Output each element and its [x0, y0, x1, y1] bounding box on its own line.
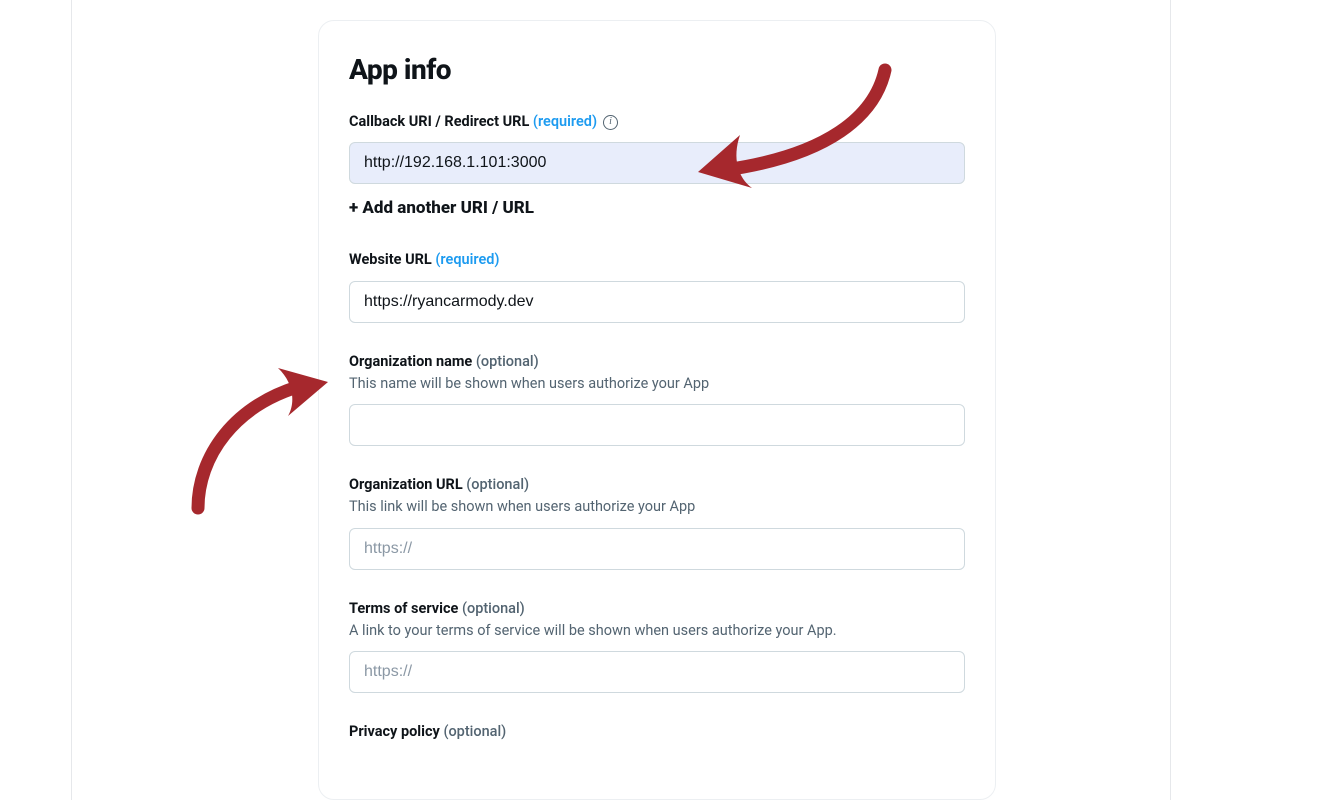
tos-optional-tag: (optional)	[462, 600, 525, 617]
add-another-uri-button[interactable]: + Add another URI / URL	[349, 198, 534, 218]
privacy-optional-tag: (optional)	[443, 723, 506, 740]
tos-field: Terms of service (optional) A link to yo…	[349, 598, 965, 694]
org-url-label-row: Organization URL (optional)	[349, 474, 965, 495]
right-panel-edge	[1170, 0, 1340, 800]
tos-label-row: Terms of service (optional)	[349, 598, 965, 619]
org-url-label-text: Organization URL	[349, 476, 463, 493]
privacy-label-text: Privacy policy	[349, 723, 440, 740]
website-label-text: Website URL	[349, 251, 432, 268]
callback-label-row: Callback URI / Redirect URL (required) i	[349, 112, 965, 132]
org-name-input[interactable]	[349, 404, 965, 446]
org-url-optional-tag: (optional)	[466, 476, 529, 493]
privacy-label-row: Privacy policy (optional)	[349, 721, 965, 742]
callback-uri-field: Callback URI / Redirect URL (required) i…	[349, 112, 965, 224]
left-panel-edge	[0, 0, 72, 800]
privacy-field: Privacy policy (optional)	[349, 721, 965, 742]
website-required-tag: (required)	[435, 251, 499, 268]
org-name-optional-tag: (optional)	[476, 353, 539, 370]
website-label: Website URL (required)	[349, 250, 500, 270]
org-name-label-text: Organization name	[349, 353, 472, 370]
tos-input[interactable]	[349, 651, 965, 693]
org-name-label: Organization name (optional)	[349, 353, 539, 370]
org-name-field: Organization name (optional) This name w…	[349, 351, 965, 447]
callback-required-tag: (required)	[533, 113, 597, 130]
annotation-arrow-icon	[178, 368, 338, 518]
callback-label-text: Callback URI / Redirect URL	[349, 113, 529, 130]
app-info-card: App info Callback URI / Redirect URL (re…	[318, 20, 996, 800]
org-name-label-row: Organization name (optional)	[349, 351, 965, 372]
info-icon[interactable]: i	[603, 115, 618, 130]
org-name-help: This name will be shown when users autho…	[349, 374, 965, 394]
page-title: App info	[349, 53, 965, 86]
org-url-label: Organization URL (optional)	[349, 476, 529, 493]
callback-uri-input[interactable]	[349, 142, 965, 184]
tos-label-text: Terms of service	[349, 600, 458, 617]
website-url-field: Website URL (required)	[349, 250, 965, 322]
website-url-input[interactable]	[349, 281, 965, 323]
tos-label: Terms of service (optional)	[349, 600, 525, 617]
org-url-input[interactable]	[349, 528, 965, 570]
privacy-label: Privacy policy (optional)	[349, 723, 506, 740]
org-url-help: This link will be shown when users autho…	[349, 497, 965, 517]
tos-help: A link to your terms of service will be …	[349, 621, 965, 641]
org-url-field: Organization URL (optional) This link wi…	[349, 474, 965, 570]
callback-label: Callback URI / Redirect URL (required)	[349, 112, 597, 132]
website-label-row: Website URL (required)	[349, 250, 965, 270]
